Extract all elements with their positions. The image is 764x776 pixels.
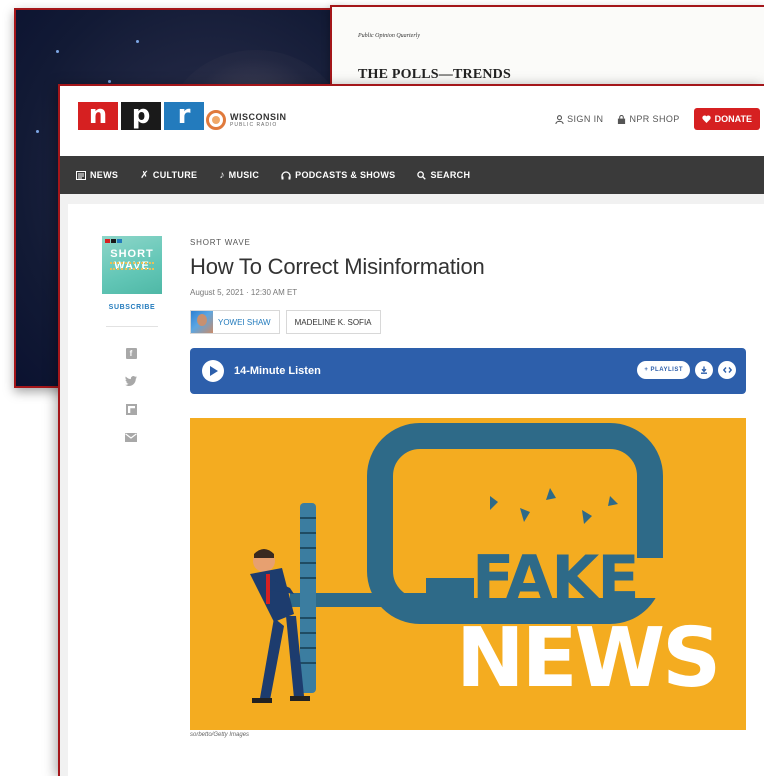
nav-item-search[interactable]: SEARCH	[417, 170, 470, 180]
star-dot	[56, 50, 59, 53]
search-icon	[417, 170, 427, 180]
logo-letter-r: r	[164, 102, 204, 130]
station-name: WISCONSIN PUBLIC RADIO	[230, 111, 287, 128]
rail-divider	[106, 326, 158, 327]
play-icon[interactable]	[202, 360, 224, 382]
npr-shop-label: NPR SHOP	[629, 114, 680, 124]
embed-icon[interactable]	[718, 361, 736, 379]
npr-shop-link[interactable]: NPR SHOP	[617, 114, 679, 124]
logo-letter-n: n	[78, 102, 118, 130]
nav-item-culture[interactable]: ✗ CULTURE	[140, 170, 197, 181]
email-icon[interactable]	[124, 430, 138, 444]
journal-name: Public Opinion Quarterly	[358, 33, 420, 39]
author-name: YOWEI SHAW	[218, 317, 271, 327]
header-actions: SIGN IN NPR SHOP DONATE	[555, 108, 760, 130]
music-note-icon: ♪	[219, 169, 225, 181]
donate-label: DONATE	[714, 114, 752, 124]
listen-duration-label: 14-Minute Listen	[234, 365, 321, 377]
player-actions: + PLAYLIST	[637, 361, 736, 379]
podcast-artwork[interactable]: SHORT WAVE	[102, 236, 162, 294]
audio-player: 14-Minute Listen + PLAYLIST	[190, 348, 746, 394]
nav-item-label: MUSIC	[228, 170, 260, 180]
headphones-icon	[281, 170, 291, 179]
shopping-bag-icon	[618, 114, 626, 124]
author-chip[interactable]: MADELINE K. SOFIA	[285, 310, 381, 334]
nav-item-label: NEWS	[90, 170, 119, 180]
station-name-line2: PUBLIC RADIO	[230, 121, 278, 128]
station-logo[interactable]: WISCONSIN PUBLIC RADIO	[206, 110, 287, 130]
article-card: SHORT WAVE SUBSCRIBE f SHORT WAVE How To…	[68, 204, 764, 776]
facebook-icon[interactable]: f	[124, 346, 138, 360]
site-header: n p r WISCONSIN PUBLIC RADIO SIGN IN NPR…	[60, 86, 764, 156]
download-icon[interactable]	[695, 361, 713, 379]
donate-button[interactable]: DONATE	[693, 108, 760, 130]
twitter-icon[interactable]	[124, 374, 138, 388]
nav-item-label: PODCASTS & SHOWS	[295, 170, 396, 180]
star-dot	[136, 40, 139, 43]
nav-item-podcasts[interactable]: PODCASTS & SHOWS	[281, 170, 395, 180]
author-avatar	[191, 311, 213, 333]
station-name-line1: WISCONSIN	[230, 111, 287, 122]
star-dot	[108, 80, 111, 83]
wpr-swirl-icon	[206, 110, 226, 130]
flipboard-icon[interactable]	[124, 402, 138, 416]
heart-icon	[701, 115, 711, 123]
sign-in-label: SIGN IN	[567, 114, 604, 124]
nav-item-music[interactable]: ♪ MUSIC	[219, 170, 259, 181]
nav-item-label: SEARCH	[430, 170, 471, 180]
newspaper-icon	[76, 170, 86, 180]
author-chip[interactable]: YOWEI SHAW	[190, 310, 280, 334]
image-text-fake: FAKE	[472, 542, 640, 615]
show-kicker[interactable]: SHORT WAVE	[190, 238, 251, 247]
subscribe-link[interactable]: SUBSCRIBE	[98, 304, 166, 311]
article-dateline: August 5, 2021 · 12:30 AM ET	[190, 288, 298, 297]
dna-helix-graphic	[110, 262, 154, 270]
user-icon	[555, 114, 564, 124]
sign-in-link[interactable]: SIGN IN	[555, 114, 603, 124]
content-area: SHORT WAVE SUBSCRIBE f SHORT WAVE How To…	[60, 194, 764, 776]
npr-mini-logo	[105, 239, 122, 243]
journal-heading: THE POLLS—TRENDS	[358, 67, 511, 82]
image-caption: sorbetto/Getty Images	[190, 732, 250, 738]
article-hero-image: FAKE NEWS	[190, 418, 746, 730]
byline: YOWEI SHAW MADELINE K. SOFIA	[190, 310, 381, 334]
nav-item-news[interactable]: NEWS	[76, 170, 118, 180]
logo-letter-p: p	[121, 102, 161, 130]
add-to-playlist-button[interactable]: + PLAYLIST	[637, 361, 690, 379]
star-dot	[36, 130, 39, 133]
culture-icon: ✗	[140, 169, 149, 181]
npr-article-window: n p r WISCONSIN PUBLIC RADIO SIGN IN NPR…	[58, 84, 764, 776]
author-name: MADELINE K. SOFIA	[294, 317, 372, 327]
article-headline: How To Correct Misinformation	[190, 254, 485, 279]
nav-item-label: CULTURE	[152, 170, 198, 180]
npr-logo[interactable]: n p r	[78, 102, 204, 130]
main-nav: NEWS ✗ CULTURE ♪ MUSIC PODCASTS & SHOWS …	[60, 156, 764, 194]
image-text-news: NEWS	[456, 611, 721, 706]
